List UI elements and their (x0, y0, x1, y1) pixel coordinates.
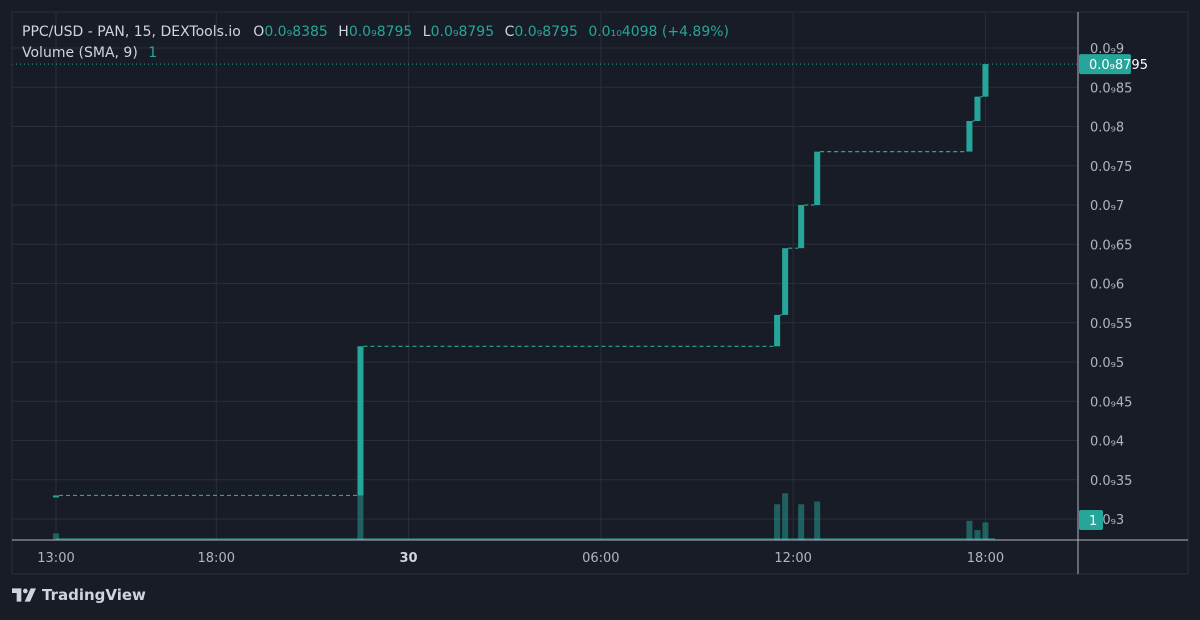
time-tick-label: 18:00 (967, 551, 1004, 566)
change-value: 0.0₁₀4098 (+4.89%) (588, 24, 729, 40)
time-tick-label: 06:00 (582, 551, 619, 566)
candle (814, 152, 820, 205)
tradingview-logo-icon (12, 588, 36, 602)
open-key: O (253, 24, 264, 40)
brand-name: TradingView (42, 586, 146, 604)
chart-svg[interactable]: 0.0₉90.0₉850.0₉80.0₉750.0₉70.0₉650.0₉60.… (0, 0, 1200, 616)
time-scale: 13:00 18:00 30 06:00 12:00 18:00 (37, 551, 1004, 566)
price-tick-label: 0.0₉45 (1090, 395, 1132, 410)
price-step-lines (12, 64, 1078, 495)
price-tick-label: 0.0₉55 (1090, 317, 1132, 332)
axes (12, 12, 1188, 574)
volume-indicator-label: Volume (SMA, 9) (22, 45, 138, 61)
time-tick-label: 18:00 (198, 551, 235, 566)
candle (974, 97, 980, 121)
time-tick-label: 30 (400, 551, 418, 566)
time-tick-label: 13:00 (37, 551, 74, 566)
ohlc-row: PPC/USD - PAN, 15, DEXTools.io O0.0₉8385… (22, 22, 729, 43)
candle (782, 248, 788, 315)
price-tick-label: 0.0₉85 (1090, 81, 1132, 96)
close-value: 0.0₉8795 (514, 24, 578, 40)
price-tick-label: 0.0₉6 (1090, 278, 1124, 293)
open-value: 0.0₉8385 (264, 24, 328, 40)
grid (12, 12, 1078, 540)
high-value: 0.0₉8795 (349, 24, 413, 40)
price-tick-label: 0.0₉35 (1090, 474, 1132, 489)
price-tick-label: 0.0₉4 (1090, 435, 1124, 450)
candle (966, 121, 972, 152)
high-key: H (338, 24, 349, 40)
candles (53, 64, 988, 497)
candle (774, 315, 780, 346)
volume-bars (53, 485, 995, 540)
price-scale: 0.0₉90.0₉850.0₉80.0₉750.0₉70.0₉650.0₉60.… (1090, 42, 1132, 528)
volume-bar (966, 521, 972, 540)
volume-bar (782, 493, 788, 540)
low-value: 0.0₉8795 (431, 24, 495, 40)
candlestick-chart[interactable]: 0.0₉90.0₉850.0₉80.0₉750.0₉70.0₉650.0₉60.… (0, 0, 1200, 616)
volume-bar (798, 504, 804, 540)
tradingview-brand[interactable]: TradingView (12, 586, 146, 604)
volume-indicator-value: 1 (148, 45, 157, 61)
price-tick-label: 0.0₉8 (1090, 121, 1124, 136)
close-key: C (505, 24, 515, 40)
candle (982, 64, 988, 97)
volume-badge: 1 (1089, 514, 1097, 529)
symbol-label: PPC/USD - PAN, 15, DEXTools.io (22, 24, 241, 40)
price-tick-label: 0.0₉65 (1090, 238, 1132, 253)
volume-bar (774, 504, 780, 540)
volume-row: Volume (SMA, 9) 1 (22, 43, 729, 64)
low-key: L (423, 24, 431, 40)
chart-legend: PPC/USD - PAN, 15, DEXTools.io O0.0₉8385… (22, 22, 729, 64)
candle (357, 346, 363, 495)
candle (798, 205, 804, 248)
price-tick-label: 0.0₉7 (1090, 199, 1124, 214)
candle (53, 495, 59, 497)
price-tick-label: 0.0₉75 (1090, 160, 1132, 175)
time-tick-label: 12:00 (774, 551, 811, 566)
volume-bar (814, 502, 820, 541)
current-price-badge: 0.0₉8795 (1089, 58, 1148, 73)
volume-bar (982, 522, 988, 540)
price-tick-label: 0.0₉5 (1090, 356, 1124, 371)
